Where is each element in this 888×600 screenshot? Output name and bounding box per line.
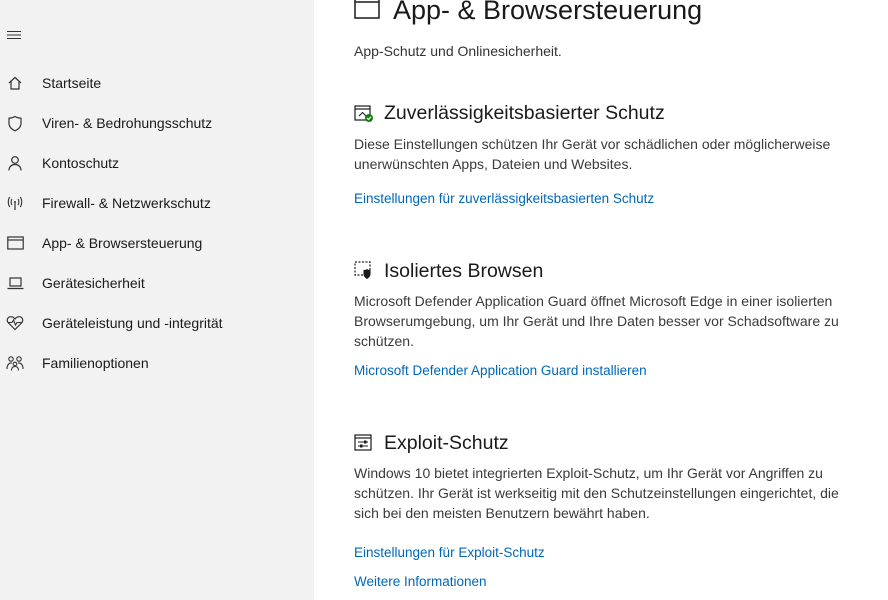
shield-icon xyxy=(5,114,25,132)
reputation-check-icon xyxy=(354,105,373,122)
section-title-exploit-protection: Exploit-Schutz xyxy=(384,432,509,454)
section-description-exploit-protection: Windows 10 bietet integrierten Exploit-S… xyxy=(354,465,839,521)
section-title-isolated-browsing: Isoliertes Browsen xyxy=(384,260,544,282)
sidebar-item-app-browser[interactable]: App- & Browsersteuerung xyxy=(0,223,314,263)
sidebar-item-geraetesicherheit[interactable]: Gerätesicherheit xyxy=(0,263,314,303)
family-icon xyxy=(5,354,25,372)
page-title: App- & Browsersteuerung xyxy=(393,0,703,25)
main-content: App- & Browsersteuerung App-Schutz und O… xyxy=(314,0,888,600)
section-description-reputation: Diese Einstellungen schützen Ihr Gerät v… xyxy=(354,136,831,172)
sidebar-item-familienoptionen[interactable]: Familienoptionen xyxy=(0,343,314,383)
sidebar-item-label: App- & Browsersteuerung xyxy=(42,235,203,251)
sidebar-item-startseite[interactable]: Startseite xyxy=(0,63,314,103)
sidebar-item-kontoschutz[interactable]: Kontoschutz xyxy=(0,143,314,183)
sidebar-item-label: Kontoschutz xyxy=(42,155,120,171)
exploit-protection-settings-link[interactable]: Einstellungen für Exploit-Schutz xyxy=(354,545,545,560)
home-icon xyxy=(5,74,25,92)
heart-pulse-icon xyxy=(5,314,25,332)
sidebar-item-label: Viren- & Bedrohungsschutz xyxy=(42,115,213,131)
sidebar-item-label: Startseite xyxy=(42,75,102,91)
application-guard-install-link[interactable]: Microsoft Defender Application Guard ins… xyxy=(354,363,647,378)
sidebar-item-label: Gerätesicherheit xyxy=(42,275,145,291)
section-description-isolated-browsing: Microsoft Defender Application Guard öff… xyxy=(354,293,839,349)
hamburger-icon[interactable] xyxy=(7,30,23,40)
isolated-browsing-icon xyxy=(354,261,371,279)
browser-window-icon xyxy=(354,0,380,19)
more-information-link[interactable]: Weitere Informationen xyxy=(354,574,487,589)
sidebar: Startseite Viren- & Bedrohungsschutz Kon… xyxy=(0,0,314,600)
exploit-protection-icon xyxy=(354,434,372,451)
person-icon xyxy=(5,154,25,172)
sidebar-item-label: Geräteleistung und -integrität xyxy=(42,315,223,331)
sidebar-item-label: Familienoptionen xyxy=(42,355,149,371)
page-subtitle: App-Schutz und Onlinesicherheit. xyxy=(354,43,562,59)
sidebar-item-geraeteleistung[interactable]: Geräteleistung und -integrität xyxy=(0,303,314,343)
antenna-icon xyxy=(5,194,25,212)
sidebar-item-viren[interactable]: Viren- & Bedrohungsschutz xyxy=(0,103,314,143)
browser-window-icon xyxy=(5,234,25,252)
sidebar-item-firewall[interactable]: Firewall- & Netzwerkschutz xyxy=(0,183,314,223)
laptop-icon xyxy=(5,274,25,292)
sidebar-item-label: Firewall- & Netzwerkschutz xyxy=(42,195,211,211)
section-title-reputation: Zuverlässigkeitsbasierter Schutz xyxy=(384,102,665,124)
reputation-settings-link[interactable]: Einstellungen für zuverlässigkeitsbasier… xyxy=(354,191,654,206)
